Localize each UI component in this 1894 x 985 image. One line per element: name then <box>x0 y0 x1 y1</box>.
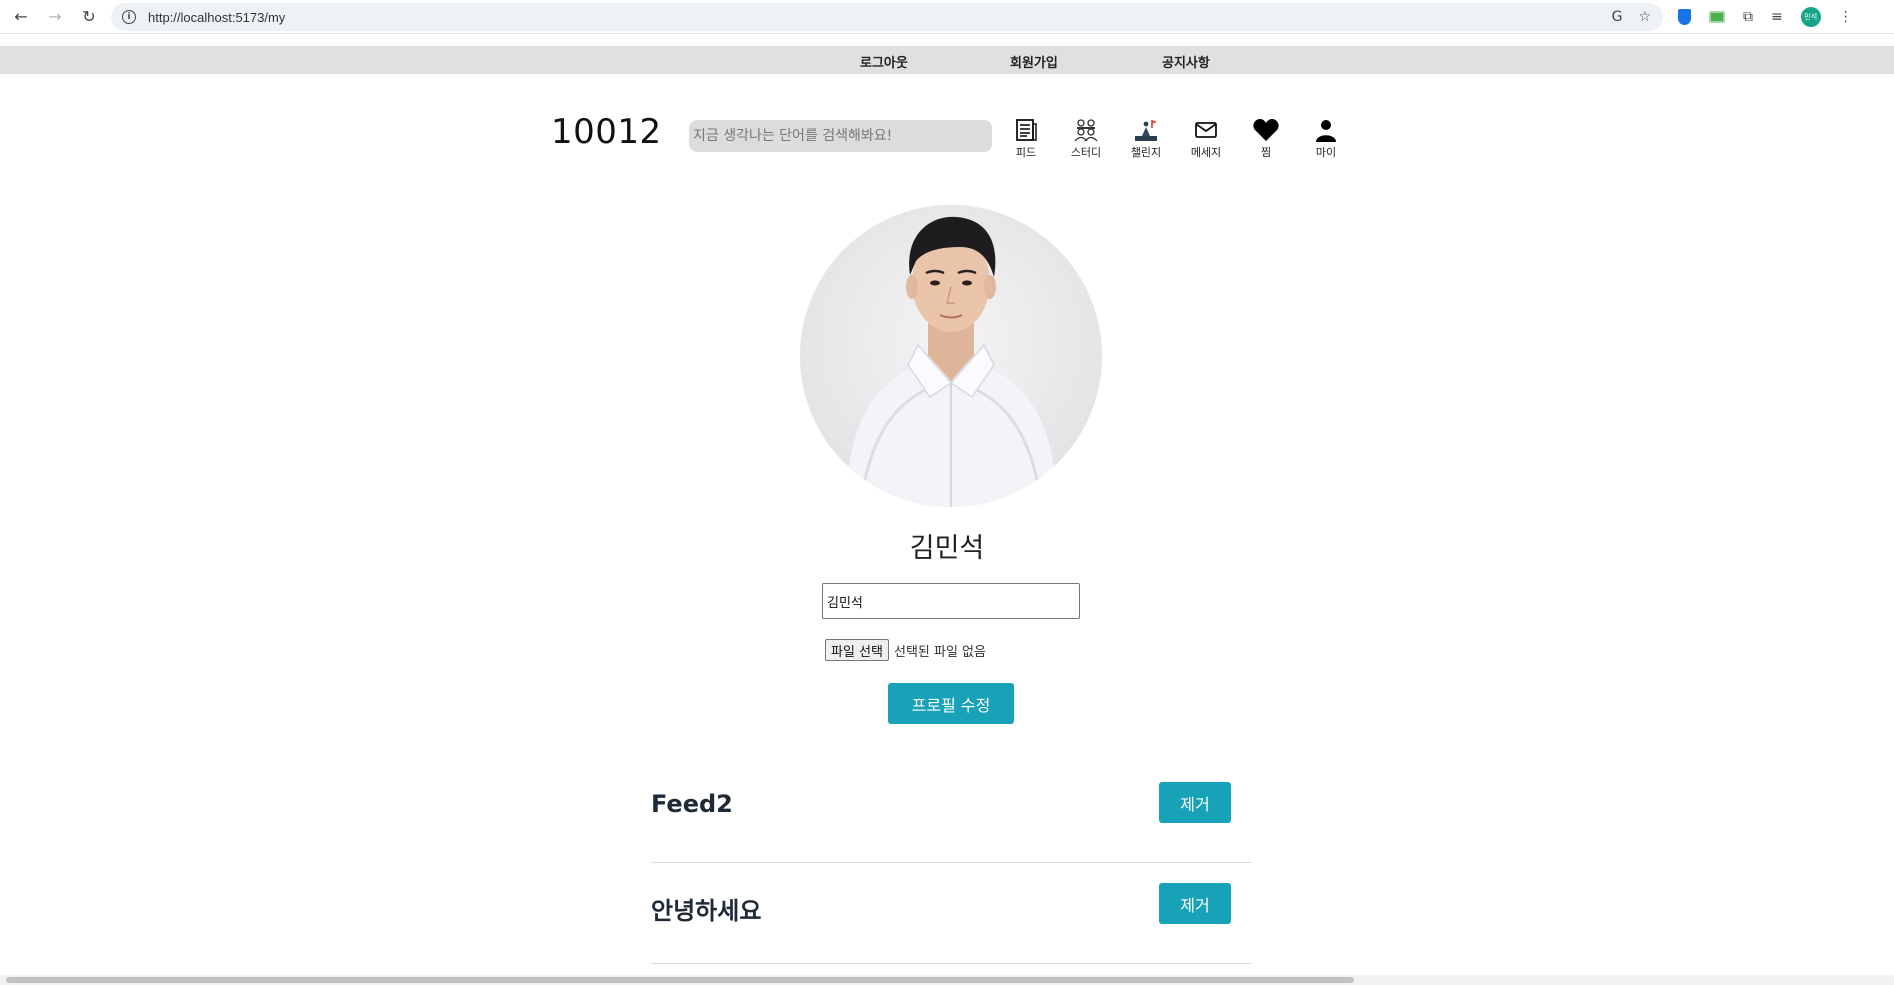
name-input[interactable] <box>822 583 1080 619</box>
menu-study[interactable]: 스터디 <box>1061 118 1111 160</box>
newspaper-icon <box>1016 119 1037 141</box>
horizontal-scrollbar[interactable] <box>0 975 1894 985</box>
mail-icon <box>1195 122 1217 138</box>
file-upload-row: 파일 선택 선택된 파일 없음 <box>825 639 986 661</box>
media-control-icon[interactable]: ≡ <box>1771 9 1783 25</box>
search-input[interactable] <box>689 120 992 152</box>
more-menu-icon[interactable]: ⋮ <box>1839 9 1853 25</box>
menu-message[interactable]: 메세지 <box>1181 118 1231 160</box>
menu-feed[interactable]: 피드 <box>1001 118 1051 160</box>
screen-extension-icon[interactable] <box>1709 11 1725 23</box>
file-status-text: 선택된 파일 없음 <box>893 644 986 660</box>
group-icon <box>1074 119 1098 142</box>
browser-toolbar: ← → ↻ i http://localhost:5173/my G ☆ ⧉ ≡… <box>0 0 1894 34</box>
address-bar[interactable]: i http://localhost:5173/my G ☆ <box>111 3 1663 31</box>
profile-avatar[interactable]: 민석 <box>1800 7 1821 27</box>
feed-title[interactable]: 안녕하세요 <box>651 891 761 926</box>
bookmark-star-icon[interactable]: ☆ <box>1638 9 1651 25</box>
challenge-icon <box>1135 120 1157 141</box>
puzzle-extensions-icon[interactable]: ⧉ <box>1743 9 1753 25</box>
menu-message-label: 메세지 <box>1190 146 1222 159</box>
remove-feed-button[interactable]: 제거 <box>1159 782 1231 823</box>
top-nav-bar: 로그아웃 회원가입 공지사항 <box>0 46 1894 74</box>
remove-feed-button[interactable]: 제거 <box>1159 883 1231 924</box>
forward-icon[interactable]: → <box>42 4 68 30</box>
profile-portrait-image <box>800 205 1102 507</box>
menu-challenge-label: 챌린지 <box>1130 146 1162 159</box>
scrollbar-thumb[interactable] <box>6 977 1354 983</box>
translate-icon[interactable]: G <box>1612 9 1623 25</box>
logout-link[interactable]: 로그아웃 <box>860 52 908 71</box>
feed-list-item: 안녕하세요 제거 <box>651 863 1252 964</box>
menu-my[interactable]: 마이 <box>1301 118 1351 160</box>
user-icon <box>1316 120 1336 142</box>
url-text[interactable]: http://localhost:5173/my <box>148 10 285 25</box>
menu-wishlist[interactable]: 찜 <box>1241 118 1291 160</box>
menu-my-label: 마이 <box>1315 146 1337 159</box>
site-logo[interactable]: 10012 <box>551 112 662 152</box>
menu-feed-label: 피드 <box>1015 146 1037 159</box>
menu-study-label: 스터디 <box>1070 146 1102 159</box>
feed-list-item: Feed2 제거 <box>651 762 1252 863</box>
choose-file-button[interactable]: 파일 선택 <box>825 639 889 661</box>
profile-name: 김민석 <box>909 533 985 564</box>
heart-icon <box>1253 119 1279 141</box>
feed-title[interactable]: Feed2 <box>651 790 733 818</box>
edit-profile-button[interactable]: 프로필 수정 <box>888 683 1014 724</box>
back-icon[interactable]: ← <box>8 4 34 30</box>
shield-extension-icon[interactable] <box>1678 9 1691 25</box>
notice-link[interactable]: 공지사항 <box>1162 52 1210 71</box>
reload-icon[interactable]: ↻ <box>76 4 102 30</box>
menu-challenge[interactable]: 챌린지 <box>1121 118 1171 160</box>
profile-photo <box>800 205 1102 507</box>
signup-link[interactable]: 회원가입 <box>1010 52 1058 71</box>
site-info-icon[interactable]: i <box>122 10 136 24</box>
menu-wishlist-label: 찜 <box>1260 146 1272 159</box>
